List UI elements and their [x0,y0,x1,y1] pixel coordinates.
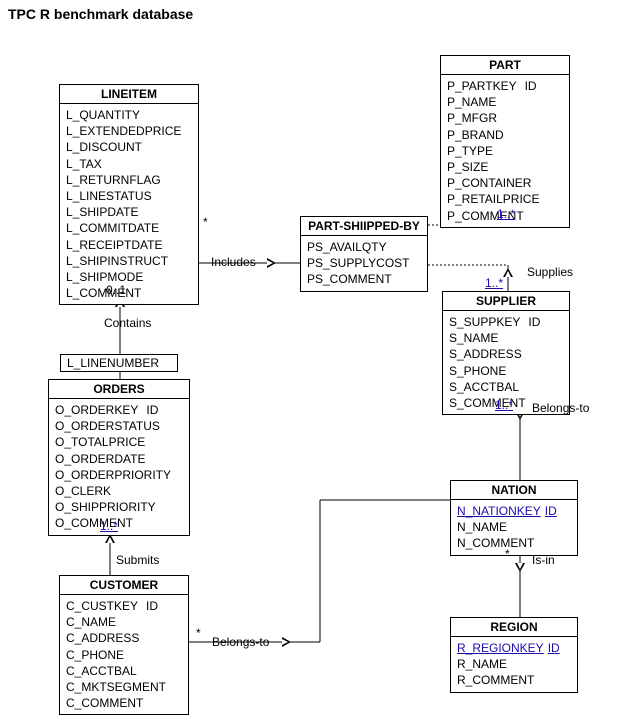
attr: L_LINENUMBER [61,355,177,371]
entity-body: P_PARTKEYID P_NAME P_MFGR P_BRAND P_TYPE… [441,75,569,227]
attr: L_RECEIPTDATE [66,237,192,253]
attr: C_NAME [66,614,182,630]
entity-header: PART-SHIIPPED-BY [301,217,427,236]
attr: L_QUANTITY [66,107,192,123]
attr: L_COMMENT [66,285,192,301]
arrow-belongsto2-icon [282,637,291,647]
entity-lineitem: LINEITEM L_QUANTITY L_EXTENDEDPRICE L_DI… [59,84,199,305]
attr: L_LINESTATUS [66,188,192,204]
mult-star-nation: * [505,547,510,561]
page-title: TPC R benchmark database [0,0,638,28]
mult-1star-orders: 1..* [100,519,118,533]
attr: R_NAME [457,656,571,672]
attr: PS_SUPPLYCOST [307,255,421,271]
rel-belongsto-2: Belongs-to [212,635,269,649]
entity-part: PART P_PARTKEYID P_NAME P_MFGR P_BRAND P… [440,55,570,228]
rel-supplies: Supplies [527,265,573,279]
attr: C_MKTSEGMENT [66,679,182,695]
attr: C_ADDRESS [66,630,182,646]
entity-body: O_ORDERKEYID O_ORDERSTATUS O_TOTALPRICE … [49,399,189,535]
attr: L_SHIPMODE [66,269,192,285]
attr: S_ADDRESS [449,346,563,362]
entity-nation: NATION N_NATIONKEYID N_NAME N_COMMENT [450,480,578,556]
mult-star-cust: * [196,626,201,640]
attr: L_EXTENDEDPRICE [66,123,192,139]
entity-header: REGION [451,618,577,637]
rel-submits: Submits [116,553,159,567]
rel-includes: Includes [211,255,256,269]
attr: PS_AVAILQTY [307,239,421,255]
attr: O_COMMENT [55,515,183,531]
attr: L_SHIPINSTRUCT [66,253,192,269]
entity-header: NATION [451,481,577,500]
attr: L_TAX [66,156,192,172]
attr: O_ORDERSTATUS [55,418,183,434]
attr: S_ACCTBAL [449,379,563,395]
entity-body: N_NATIONKEYID N_NAME N_COMMENT [451,500,577,555]
arrow-includes-icon [267,258,276,268]
attr: C_CUSTKEYID [66,598,182,614]
attr: P_PARTKEYID [447,78,563,94]
attr: S_PHONE [449,363,563,379]
attr: O_ORDERDATE [55,451,183,467]
attr: C_ACCTBAL [66,663,182,679]
attr: C_COMMENT [66,695,182,711]
attr: N_NATIONKEYID [457,503,571,519]
entity-header: LINEITEM [60,85,198,104]
attr: O_ORDERKEYID [55,402,183,418]
entity-customer: CUSTOMER C_CUSTKEYID C_NAME C_ADDRESS C_… [59,575,189,715]
mult-1star-supplier: 1..* [485,276,503,290]
attr: O_CLERK [55,483,183,499]
attr: O_TOTALPRICE [55,434,183,450]
attr: R_REGIONKEYID [457,640,571,656]
mult-star: * [203,215,208,229]
attr: PS_COMMENT [307,271,421,287]
attr: L_RETURNFLAG [66,172,192,188]
entity-body: C_CUSTKEYID C_NAME C_ADDRESS C_PHONE C_A… [60,595,188,714]
entity-region: REGION R_REGIONKEYID R_NAME R_COMMENT [450,617,578,693]
entity-header: ORDERS [49,380,189,399]
mult-1star-supplier2: 1..* [495,398,513,412]
attr: O_SHIPPRIORITY [55,499,183,515]
entity-body: R_REGIONKEYID R_NAME R_COMMENT [451,637,577,692]
attr: P_RETAILPRICE [447,191,563,207]
entity-header: PART [441,56,569,75]
attr: L_COMMITDATE [66,220,192,236]
attr: P_NAME [447,94,563,110]
attr: L_SHIPDATE [66,204,192,220]
entity-linenumber: L_LINENUMBER [60,354,178,372]
attr: P_CONTAINER [447,175,563,191]
arrow-supplies-icon [503,268,513,277]
mult-01: 0..1 [106,283,126,297]
attr: N_COMMENT [457,535,571,551]
attr: P_MFGR [447,110,563,126]
attr: S_SUPPKEYID [449,314,563,330]
attr: O_ORDERPRIORITY [55,467,183,483]
rel-contains: Contains [104,316,151,330]
attr: L_DISCOUNT [66,139,192,155]
attr: P_BRAND [447,127,563,143]
arrow-isin-icon [515,563,525,572]
rel-belongsto-1: Belongs-to [532,401,589,415]
attr: S_NAME [449,330,563,346]
attr: R_COMMENT [457,672,571,688]
rel-isin: Is-in [532,553,555,567]
attr: P_SIZE [447,159,563,175]
entity-body: L_QUANTITY L_EXTENDEDPRICE L_DISCOUNT L_… [60,104,198,304]
entity-header: CUSTOMER [60,576,188,595]
entity-orders: ORDERS O_ORDERKEYID O_ORDERSTATUS O_TOTA… [48,379,190,536]
mult-1star-part: 1..* [497,207,515,221]
entity-header: SUPPLIER [443,292,569,311]
entity-supplier: SUPPLIER S_SUPPKEYID S_NAME S_ADDRESS S_… [442,291,570,415]
entity-partshippedby: PART-SHIIPPED-BY PS_AVAILQTY PS_SUPPLYCO… [300,216,428,292]
attr: C_PHONE [66,647,182,663]
attr: P_TYPE [447,143,563,159]
attr: N_NAME [457,519,571,535]
entity-body: PS_AVAILQTY PS_SUPPLYCOST PS_COMMENT [301,236,427,291]
